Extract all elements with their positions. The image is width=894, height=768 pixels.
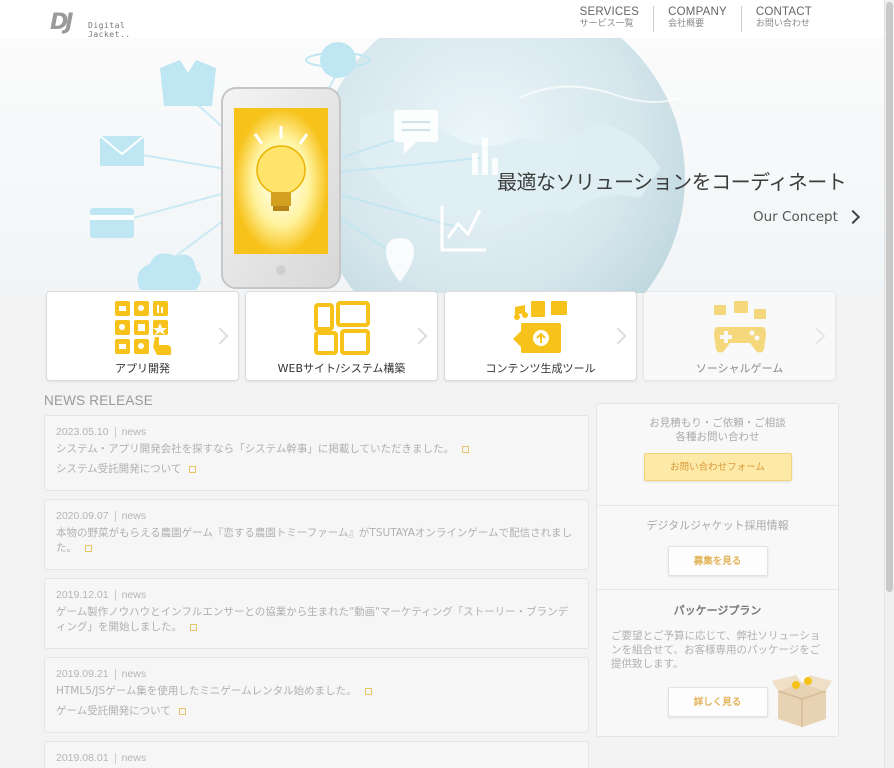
mail-icon xyxy=(99,135,145,166)
news-link[interactable]: システム受託開発について xyxy=(56,462,577,477)
contact-block: お見積もり・ご依頼・ご相談 各種お問い合わせ お問い合わせフォーム xyxy=(597,404,838,506)
chevron-right-icon xyxy=(211,327,229,345)
package-block: パッケージプラン ご要望とご予算に応じて、弊社ソリューションを組合せて、お客様専… xyxy=(597,590,838,727)
news-list: 2023.05.10 news システム・アプリ開発会社を探すなら「システム幹事」… xyxy=(44,415,589,768)
news-link[interactable]: ゲーム受託開発について xyxy=(56,704,577,719)
package-text: ご要望とご予算に応じて、弊社ソリューションを組合せて、お客様専用のパッケージをご… xyxy=(611,630,821,670)
content-tools-icon xyxy=(512,301,567,353)
external-link-icon xyxy=(178,707,186,715)
news-category: news xyxy=(121,589,147,601)
apps-grid-icon xyxy=(114,301,171,355)
nav-label-jp: 会社概要 xyxy=(668,19,705,29)
vertical-scrollbar[interactable] xyxy=(884,0,894,768)
service-card-content-tools[interactable]: コンテンツ生成ツール xyxy=(444,291,637,381)
news-link-text: ゲーム製作ノウハウとインフルエンサーとの協業から生まれた"動画"マーケティング「… xyxy=(56,606,569,633)
chevron-right-icon xyxy=(609,327,627,345)
news-date: 2023.05.10 xyxy=(56,426,109,438)
contact-text: お見積もり・ご依頼・ご相談 xyxy=(649,417,786,429)
contact-text: 各種お問い合わせ xyxy=(675,431,760,443)
main-nav: SERVICES サービス一覧 COMPANY 会社概要 CONTACT お問い… xyxy=(566,6,826,32)
external-link-icon xyxy=(85,544,92,552)
our-concept-link[interactable]: Our Concept xyxy=(753,209,860,225)
chevron-right-icon xyxy=(808,327,826,345)
contact-form-button[interactable]: お問い合わせフォーム xyxy=(643,453,792,481)
hero-tagline: 最適なソリューションをコーディネート xyxy=(497,170,847,194)
nav-services[interactable]: SERVICES サービス一覧 xyxy=(566,6,654,32)
news-item: 2019.09.21 news HTML5/JSゲーム集を使用したミニゲームレンタ… xyxy=(44,657,589,733)
nav-label-jp: サービス一覧 xyxy=(579,19,634,29)
site-header: DJ Digital Jacket.. SERVICES サービス一覧 COMP… xyxy=(0,0,884,39)
nav-company[interactable]: COMPANY 会社概要 xyxy=(653,6,741,32)
news-item: 2023.05.10 news システム・アプリ開発会社を探すなら「システム幹事」… xyxy=(44,415,589,491)
news-item: 2019.12.01 news ゲーム製作ノウハウとインフルエンサーとの協業から生… xyxy=(44,578,589,649)
service-card-app[interactable]: アプリ開発 xyxy=(46,291,239,381)
news-link-text: ゲーム受託開発について xyxy=(56,705,171,717)
package-details-button[interactable]: 詳しく見る xyxy=(667,687,768,717)
news-link-text: 本物の野菜がもらえる農園ゲーム『恋する農園トミーファーム』がTSUTAYAオンラ… xyxy=(56,527,573,554)
scrollbar-thumb[interactable] xyxy=(886,2,893,592)
news-link[interactable]: HTML5/JSゲーム集を使用したミニゲームレンタル始めました。 xyxy=(56,684,577,699)
site-logo[interactable]: DJ Digital Jacket.. xyxy=(50,8,170,39)
nav-contact[interactable]: CONTACT お問い合わせ xyxy=(740,6,826,32)
news-category: news xyxy=(121,510,147,522)
our-concept-label: Our Concept xyxy=(753,209,838,225)
cloud-icon xyxy=(137,253,201,290)
recruit-text: デジタルジャケット採用情報 xyxy=(646,519,789,532)
devices-icon xyxy=(313,301,370,355)
external-link-icon xyxy=(364,687,372,695)
news-link[interactable]: 本物の野菜がもらえる農園ゲーム『恋する農園トミーファーム』がTSUTAYAオンラ… xyxy=(56,526,577,556)
service-card-web[interactable]: WEBサイト/システム構築 xyxy=(245,291,438,381)
jacket-icon xyxy=(160,60,216,106)
chevron-right-icon xyxy=(845,209,860,225)
logo-mark: DJ xyxy=(50,10,74,35)
package-heading: パッケージプラン xyxy=(673,604,762,617)
news-date: 2019.08.01 xyxy=(56,752,109,764)
news-item: 2019.08.01 news xyxy=(44,741,589,768)
hero-banner: 最適なソリューションをコーディネート Our Concept xyxy=(0,38,884,293)
logo-text: Digital Jacket.. xyxy=(88,21,131,39)
news-category: news xyxy=(121,426,147,438)
news-link-text: HTML5/JSゲーム集を使用したミニゲームレンタル始めました。 xyxy=(56,685,357,697)
news-date: 2019.12.01 xyxy=(56,589,109,601)
gift-box-icon xyxy=(772,675,832,727)
news-date: 2020.09.07 xyxy=(56,510,109,522)
nav-label-jp: お問い合わせ xyxy=(755,19,810,29)
news-link[interactable]: システム・アプリ開発会社を探すなら「システム幹事」に掲載していただきました。 xyxy=(56,442,577,457)
news-link-text: システム受託開発について xyxy=(56,463,182,475)
card-icon xyxy=(90,208,134,238)
service-card-label: WEBサイト/システム構築 xyxy=(277,362,406,375)
nav-label-en: CONTACT xyxy=(755,6,812,18)
external-link-icon xyxy=(189,465,197,473)
news-date: 2019.09.21 xyxy=(56,668,109,680)
gamepad-icon xyxy=(713,301,766,353)
news-release-heading: NEWS RELEASE xyxy=(44,393,153,408)
recruit-block: デジタルジャケット採用情報 募集を見る xyxy=(597,506,838,590)
external-link-icon xyxy=(462,445,470,453)
nav-label-en: SERVICES xyxy=(579,6,640,18)
news-link-text: システム・アプリ開発会社を探すなら「システム幹事」に掲載していただきました。 xyxy=(56,443,455,455)
external-link-icon xyxy=(190,623,197,631)
service-card-social-game[interactable]: ソーシャルゲーム xyxy=(643,291,836,381)
service-card-label: コンテンツ生成ツール xyxy=(485,362,596,375)
news-item: 2020.09.07 news 本物の野菜がもらえる農園ゲーム『恋する農園トミーフ… xyxy=(44,499,589,570)
smartphone-icon xyxy=(221,87,341,289)
service-cards: アプリ開発 WEBサイト/システム構築 コンテンツ生成ツール ソーシャルゲーム xyxy=(46,291,836,381)
service-card-label: ソーシャルゲーム xyxy=(695,362,784,375)
recruit-button[interactable]: 募集を見る xyxy=(667,546,768,576)
service-card-label: アプリ開発 xyxy=(115,362,170,375)
news-category: news xyxy=(121,668,147,680)
sidebar: お見積もり・ご依頼・ご相談 各種お問い合わせ お問い合わせフォーム デジタルジャ… xyxy=(596,403,839,737)
news-link[interactable]: ゲーム製作ノウハウとインフルエンサーとの協業から生まれた"動画"マーケティング「… xyxy=(56,605,577,635)
chevron-right-icon xyxy=(410,327,428,345)
news-category: news xyxy=(121,752,147,764)
nav-label-en: COMPANY xyxy=(668,6,727,18)
